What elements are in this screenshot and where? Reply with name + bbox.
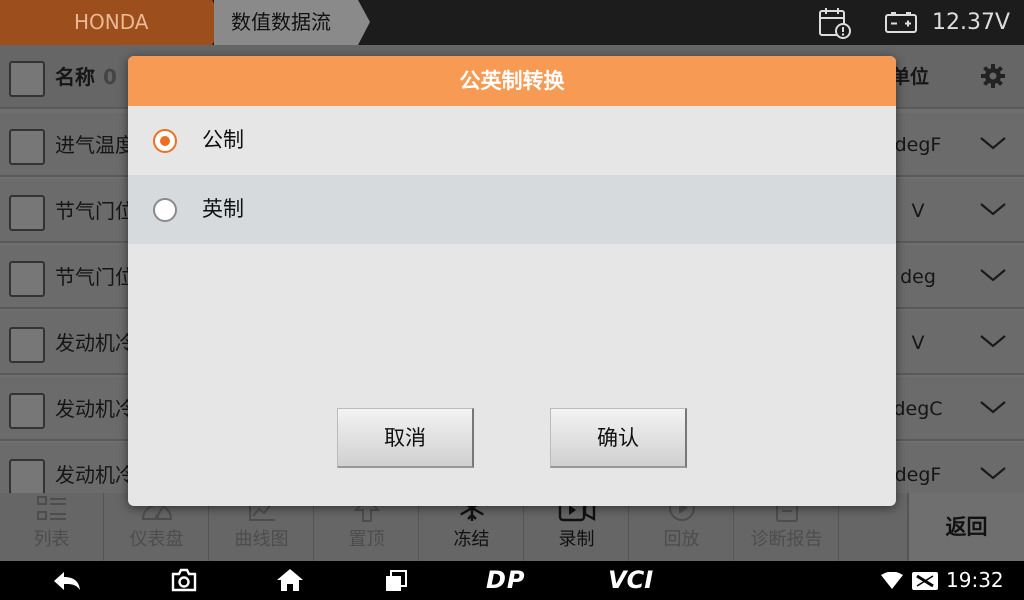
row-checkbox[interactable]: [9, 327, 45, 363]
option-metric[interactable]: 公制: [128, 106, 896, 175]
toolbar-label: 诊断报告: [750, 529, 823, 550]
toolbar-label: 曲线图: [234, 529, 289, 550]
chevron-down-icon[interactable]: [978, 133, 1008, 157]
recent-apps-icon[interactable]: [384, 570, 408, 596]
wifi-icon: [880, 571, 904, 594]
system-clock: 19:32: [946, 568, 1004, 592]
unit-conversion-dialog: 公英制转换 公制 英制 取消 确认: [128, 56, 896, 506]
row-checkbox[interactable]: [9, 195, 45, 231]
chevron-down-icon[interactable]: [978, 397, 1008, 421]
chevron-down-icon[interactable]: [978, 463, 1008, 487]
calendar-alert-icon[interactable]: [817, 6, 853, 44]
row-checkbox[interactable]: [9, 459, 45, 493]
toolbar-label: 录制: [558, 529, 595, 550]
row-checkbox[interactable]: [9, 393, 45, 429]
back-arrow-icon[interactable]: [52, 570, 82, 596]
radio-imperial[interactable]: [153, 198, 177, 222]
toolbar-label: 仪表盘: [129, 529, 184, 550]
dialog-title: 公英制转换: [128, 56, 896, 106]
row-name: 节气门位: [55, 199, 135, 223]
breadcrumb-brand[interactable]: HONDA: [0, 0, 225, 45]
select-all-checkbox[interactable]: [9, 61, 45, 97]
sim-card-icon: [911, 571, 939, 595]
row-name: 发动机冷: [55, 331, 135, 355]
list-icon: [36, 495, 68, 527]
toolbar-label: 置顶: [348, 529, 385, 550]
row-name: 节气门位: [55, 265, 135, 289]
chevron-down-icon[interactable]: [978, 199, 1008, 223]
gear-icon[interactable]: [980, 63, 1006, 93]
row-checkbox[interactable]: [9, 129, 45, 165]
row-name: 进气温度: [55, 133, 135, 157]
option-label: 英制: [202, 197, 244, 221]
row-name: 发动机冷: [55, 463, 135, 487]
radio-metric[interactable]: [153, 129, 177, 153]
home-icon[interactable]: [276, 568, 304, 596]
toolbar-label: 冻结: [453, 529, 490, 550]
battery-icon: [884, 11, 920, 39]
toolbar-label: 列表: [33, 529, 70, 550]
system-nav-bar: DP VCI 19:32: [0, 561, 1024, 600]
battery-voltage: 12.37V: [932, 10, 1011, 35]
toolbar-label: 回放: [663, 529, 700, 550]
option-label: 公制: [202, 128, 244, 152]
toolbar-list-button[interactable]: 列表: [0, 493, 104, 561]
breadcrumb-page[interactable]: 数值数据流: [214, 0, 370, 45]
camera-icon[interactable]: [170, 568, 198, 596]
vci-button[interactable]: VCI: [608, 565, 653, 595]
row-name: 发动机冷: [55, 397, 135, 421]
row-checkbox[interactable]: [9, 261, 45, 297]
chevron-down-icon[interactable]: [978, 331, 1008, 355]
column-header-name: 名称 0: [55, 65, 117, 89]
back-button[interactable]: 返回: [907, 493, 1024, 561]
chevron-down-icon[interactable]: [978, 265, 1008, 289]
dp-button[interactable]: DP: [486, 565, 526, 595]
top-bar: HONDA 数值数据流 12.37V: [0, 0, 1024, 45]
confirm-button[interactable]: 确认: [550, 408, 687, 468]
cancel-button[interactable]: 取消: [337, 408, 474, 468]
option-imperial[interactable]: 英制: [128, 175, 896, 244]
